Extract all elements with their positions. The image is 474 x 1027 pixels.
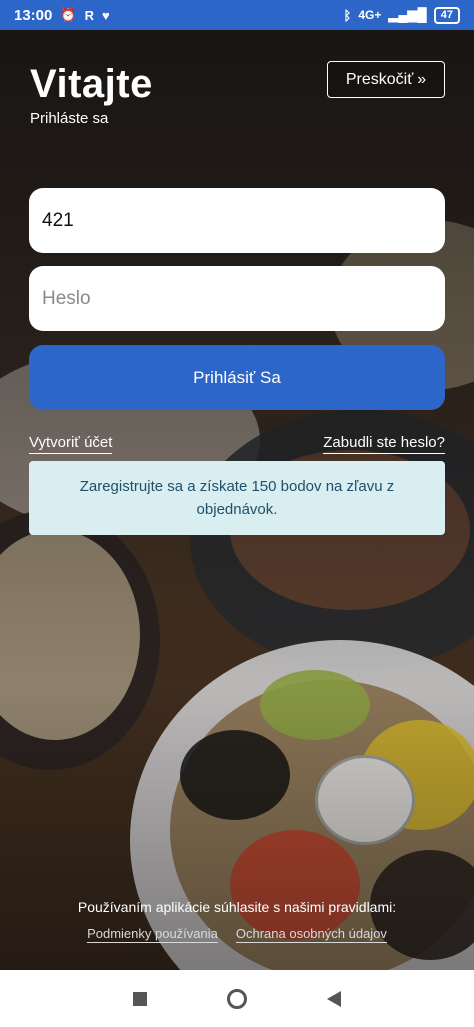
status-time: 13:00 [14,6,53,24]
battery-indicator: 47 [433,6,460,24]
skip-button[interactable]: Preskočiť » [327,61,445,98]
login-button[interactable]: Prihlásiť Sa [29,345,445,410]
system-nav-bar [0,970,474,1027]
double-chevron-right-icon: » [417,70,427,88]
promo-banner: Zaregistrujte sa a získate 150 bodov na … [29,461,445,535]
alarm-icon: ⏰ [60,7,77,22]
page-subtitle: Prihláste sa [30,110,109,127]
home-icon[interactable] [227,988,247,1009]
terms-of-use-link[interactable]: Podmienky používania [87,926,218,943]
privacy-policy-link[interactable]: Ochrana osobných údajov [235,926,387,943]
bluetooth-icon: ᛒ [343,7,352,23]
signal-4g-icon: 4G+ [358,8,382,22]
phone-field[interactable]: 421 [29,188,445,253]
login-label: Prihlásiť Sa [193,367,281,387]
status-bar: 13:00 ⏰ R ♥ ᛒ 4G+ ▂▄▆█ 47 [0,0,474,30]
skip-label: Preskočiť [345,70,414,88]
heart-app-icon: ♥ [101,7,110,23]
back-icon[interactable] [327,990,341,1007]
create-account-link[interactable]: Vytvoriť účet [29,434,113,454]
password-field[interactable]: Heslo [29,266,445,331]
password-placeholder: Heslo [42,287,91,309]
page-title: Vitajte [30,62,153,106]
forgot-password-link[interactable]: Zabudli ste heslo? [323,434,445,454]
terms-links: Podmienky používania Ochrana osobných úd… [0,926,474,943]
r-app-icon: R [84,7,94,23]
terms-text: Používaním aplikácie súhlasite s našimi … [77,899,397,915]
promo-text: Zaregistrujte sa a získate 150 bodov na … [79,478,395,518]
phone-value: 421 [42,209,74,231]
recents-icon[interactable] [133,991,147,1006]
signal-bars-icon: ▂▄▆█ [388,7,427,22]
